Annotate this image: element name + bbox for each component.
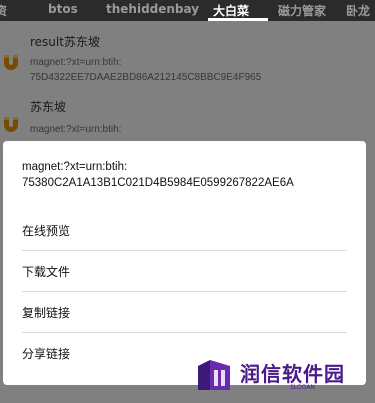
watermark-logo-icon bbox=[198, 360, 230, 390]
tab-wolong[interactable]: 卧龙 bbox=[346, 2, 370, 19]
menu-item-label: 复制链接 bbox=[22, 306, 71, 320]
copy-link-button[interactable]: 复制链接 bbox=[3, 292, 366, 332]
menu-item-label: 分享链接 bbox=[22, 347, 71, 361]
menu-item-label: 在线预览 bbox=[22, 224, 71, 238]
watermark-slogan: SLOGAN bbox=[290, 384, 315, 391]
magnet-link-hash: 75380C2A1A13B1C021D4B5984E0599267822AE6A bbox=[22, 177, 294, 189]
source-tab-bar: 资 btos thehiddenbay 大白菜 磁力管家 卧龙 bbox=[0, 0, 375, 21]
menu-item-label: 下载文件 bbox=[22, 265, 71, 279]
watermark: 润信软件园 SLOGAN bbox=[196, 356, 366, 396]
magnet-action-dialog: magnet:?xt=urn:btih: 75380C2A1A13B1C021D… bbox=[3, 141, 366, 385]
watermark-name: 润信软件园 bbox=[240, 362, 345, 386]
tab-btos[interactable]: btos bbox=[48, 2, 78, 16]
tab-cili-guanjia[interactable]: 磁力管家 bbox=[278, 2, 326, 19]
download-file-button[interactable]: 下载文件 bbox=[3, 251, 366, 291]
tab-partial-left[interactable]: 资 bbox=[0, 2, 7, 19]
tab-thehiddenbay[interactable]: thehiddenbay bbox=[106, 2, 199, 16]
tab-dabaicai[interactable]: 大白菜 bbox=[213, 2, 249, 19]
magnet-link-prefix: magnet:?xt=urn:btih: bbox=[22, 161, 128, 173]
magnet-link-text: magnet:?xt=urn:btih: 75380C2A1A13B1C021D… bbox=[22, 159, 294, 191]
online-preview-button[interactable]: 在线预览 bbox=[3, 210, 366, 250]
